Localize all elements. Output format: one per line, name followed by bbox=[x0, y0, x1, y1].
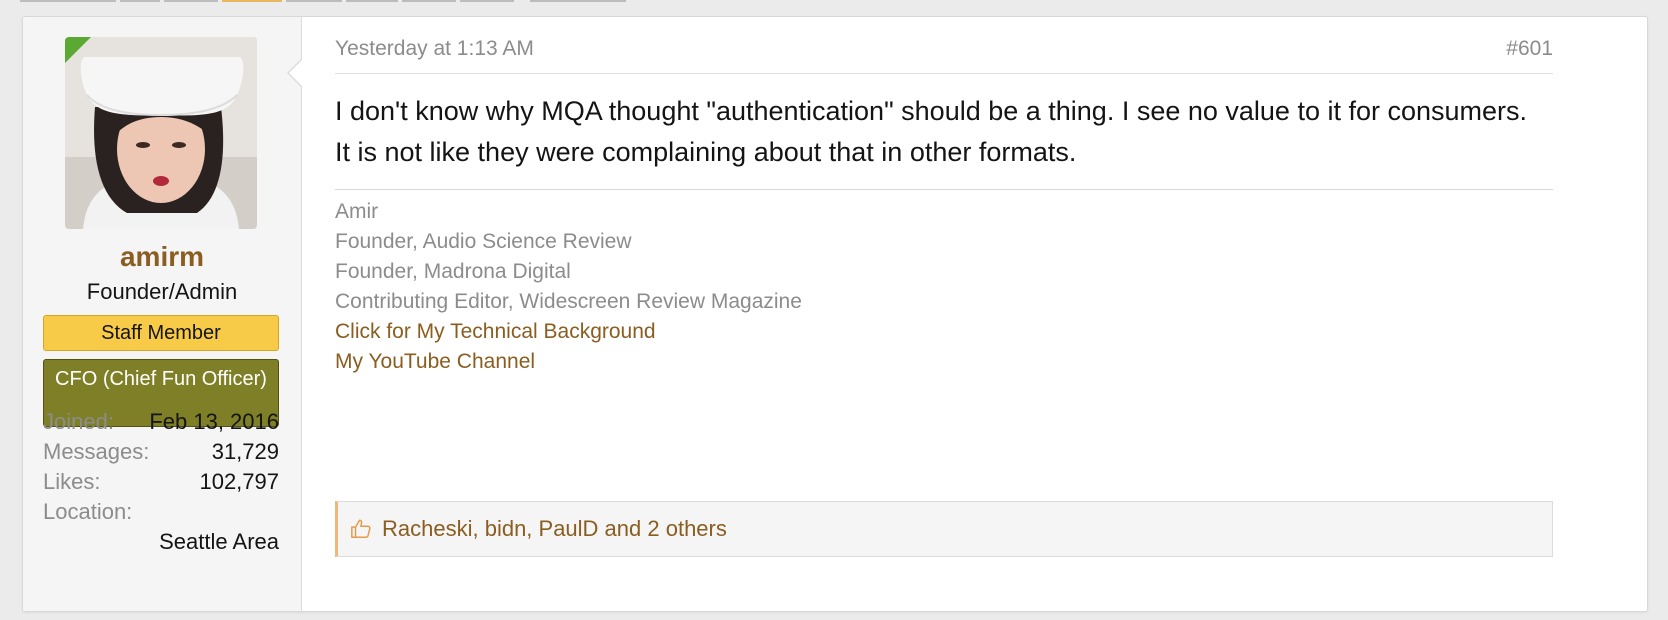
page-nav-strip bbox=[20, 0, 626, 2]
signature-line: Contributing Editor, Widescreen Review M… bbox=[335, 290, 802, 313]
messages-label: Messages: bbox=[43, 439, 150, 464]
likes-row: Likes: 102,797 bbox=[43, 469, 279, 495]
user-signature: Amir Founder, Audio Science Review Found… bbox=[335, 197, 802, 377]
location-label: Location: bbox=[43, 499, 133, 524]
location-value[interactable]: Seattle Area bbox=[43, 529, 279, 555]
username-link[interactable]: amirm bbox=[23, 241, 301, 273]
signature-line: Founder, Audio Science Review bbox=[335, 230, 632, 253]
post-message: I don't know why MQA thought "authentica… bbox=[335, 96, 1528, 167]
post-date-link[interactable]: Yesterday at 1:13 AM bbox=[335, 37, 534, 61]
likes-label: Likes: bbox=[43, 469, 101, 494]
online-indicator bbox=[65, 37, 91, 63]
signature-divider bbox=[335, 189, 1553, 190]
joined-value: Feb 13, 2016 bbox=[149, 409, 279, 434]
user-info-panel: amirm Founder/Admin Staff Member CFO (Ch… bbox=[23, 17, 302, 611]
joined-row: Joined: Feb 13, 2016 bbox=[43, 409, 279, 435]
likes-value: 102,797 bbox=[199, 469, 279, 494]
youtube-channel-link[interactable]: My YouTube Channel bbox=[335, 347, 802, 377]
post-body: Yesterday at 1:13 AM #601 I don't know w… bbox=[335, 17, 1553, 611]
messages-row: Messages: 31,729 bbox=[43, 439, 279, 465]
forum-post: amirm Founder/Admin Staff Member CFO (Ch… bbox=[22, 16, 1648, 612]
likes-bar: Racheski, bidn, PaulD and 2 others bbox=[335, 501, 1553, 557]
staff-member-banner: Staff Member bbox=[43, 315, 279, 351]
post-meta: Yesterday at 1:13 AM #601 bbox=[335, 37, 1553, 74]
post-number-link[interactable]: #601 bbox=[1506, 37, 1553, 61]
joined-label: Joined: bbox=[43, 409, 114, 434]
signature-line: Founder, Madrona Digital bbox=[335, 260, 571, 283]
user-title: Founder/Admin bbox=[86, 279, 238, 304]
signature-line: Amir bbox=[335, 200, 379, 223]
technical-background-link[interactable]: Click for My Technical Background bbox=[335, 317, 802, 347]
user-avatar[interactable] bbox=[65, 37, 257, 229]
thumbs-up-icon bbox=[351, 519, 371, 538]
location-row: Location: bbox=[43, 499, 279, 525]
messages-value[interactable]: 31,729 bbox=[212, 439, 279, 465]
avatar-image bbox=[65, 37, 257, 229]
likes-list-link[interactable]: Racheski, bidn, PaulD and 2 others bbox=[382, 516, 727, 542]
